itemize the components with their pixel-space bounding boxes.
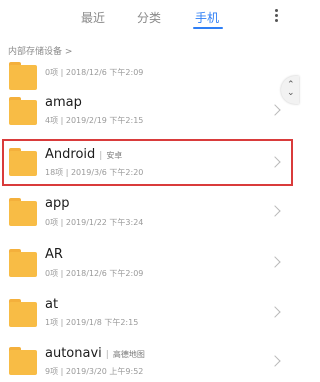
folder-icon [9, 62, 37, 90]
folder-alias-tag: 高德地图 [112, 350, 145, 359]
folder-name-text: autonavi [45, 346, 102, 361]
chevron-right-icon [269, 306, 281, 318]
folder-icon [9, 97, 37, 125]
folder-icon [9, 249, 37, 277]
highlight-box [2, 139, 293, 186]
active-tab-indicator [193, 27, 223, 29]
folder-name: autonavi | 高德地图 [45, 346, 145, 361]
more-vertical-icon[interactable] [275, 9, 279, 23]
folder-icon [9, 198, 37, 226]
folder-row-autonavi[interactable]: autonavi | 高德地图 9项 | 2019/3/20 上午9:52 [0, 340, 299, 382]
folder-icon [9, 347, 37, 375]
folder-row-ar[interactable]: AR 0项 | 2018/12/6 下午2:09 [0, 242, 299, 298]
folder-meta: 4项 | 2019/2/19 下午2:15 [45, 116, 144, 125]
folder-meta: 0项 | 2019/1/22 下午3:24 [45, 218, 144, 227]
folder-row-app[interactable]: app 0项 | 2019/1/22 下午3:24 [0, 191, 299, 247]
folder-meta: 9项 | 2019/3/20 上午9:52 [45, 367, 144, 376]
folder-name: AR [45, 247, 63, 262]
top-tab-bar: 最近 分类 手机 [0, 0, 299, 34]
tab-recent[interactable]: 最近 [81, 9, 105, 26]
name-separator: | [105, 350, 109, 360]
folder-name: amap [45, 95, 82, 110]
folder-name: app [45, 196, 70, 211]
chevron-right-icon [269, 104, 281, 116]
tab-phone[interactable]: 手机 [195, 9, 219, 26]
folder-name: at [45, 297, 59, 312]
folder-meta: 0项 | 2018/12/6 下午2:09 [45, 269, 144, 278]
folder-meta: 1项 | 2019/1/8 下午2:15 [45, 318, 139, 327]
chevron-right-icon [269, 355, 281, 367]
chevron-right-icon [269, 205, 281, 217]
folder-icon [9, 299, 37, 327]
folder-meta: 0项 | 2018/12/6 下午2:09 [45, 68, 144, 77]
tab-category[interactable]: 分类 [137, 9, 161, 26]
folder-row-amap[interactable]: amap 4项 | 2019/2/19 下午2:15 [0, 90, 299, 146]
chevron-right-icon [269, 256, 281, 268]
